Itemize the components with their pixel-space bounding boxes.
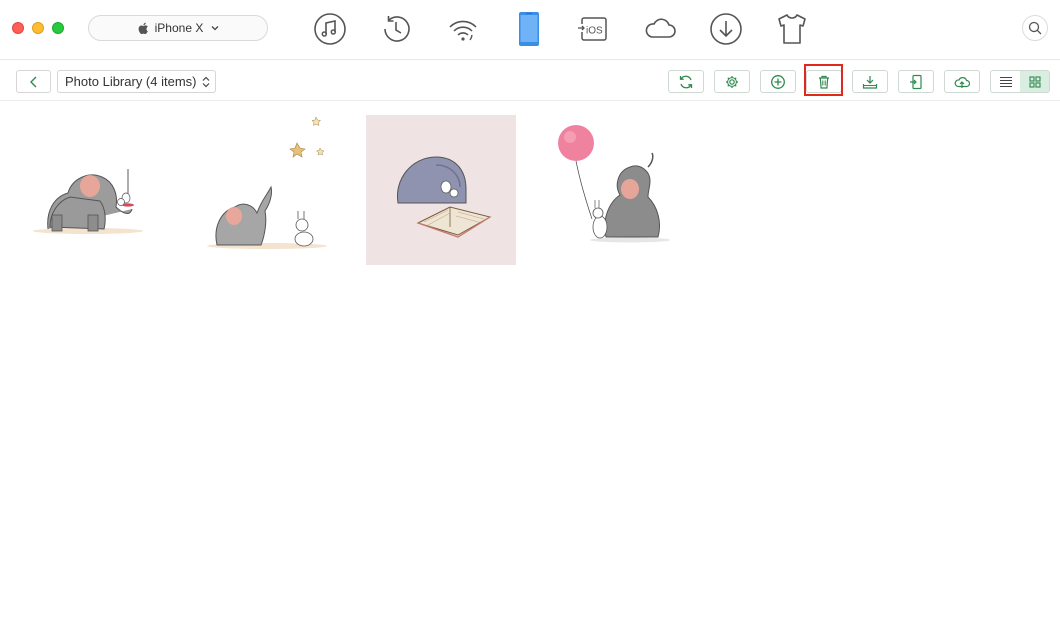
toolbar: Photo Library (4 items)	[0, 61, 1060, 101]
back-button[interactable]	[16, 70, 51, 93]
export-to-computer-button[interactable]	[852, 70, 888, 93]
grid-view-button[interactable]	[1020, 71, 1049, 92]
wifi-sync-icon[interactable]	[445, 11, 481, 47]
settings-button[interactable]	[714, 70, 750, 93]
chevron-left-icon	[29, 76, 36, 87]
close-window-button[interactable]	[12, 22, 24, 34]
upload-cloud-button[interactable]	[944, 70, 980, 93]
search-icon	[1028, 21, 1042, 35]
history-icon[interactable]	[378, 11, 414, 47]
photo-thumbnail[interactable]	[192, 115, 342, 265]
send-to-device-button[interactable]	[898, 70, 934, 93]
minimize-window-button[interactable]	[32, 22, 44, 34]
download-icon[interactable]	[708, 11, 744, 47]
settings-icon	[726, 75, 738, 88]
library-select[interactable]: Photo Library (4 items)	[57, 70, 216, 93]
elephant-with-bunny-and-stars-image	[207, 116, 327, 249]
refresh-button[interactable]	[668, 70, 704, 93]
elephant-with-mouse-image	[33, 169, 143, 234]
refresh-icon	[679, 75, 693, 88]
add-icon	[771, 74, 785, 89]
search-button[interactable]	[1022, 15, 1048, 41]
list-view-button[interactable]	[991, 71, 1020, 92]
add-button[interactable]	[760, 70, 796, 93]
grid-view-icon	[1028, 75, 1041, 88]
upload-cloud-icon	[954, 76, 970, 88]
ios-label: iOS	[586, 26, 603, 37]
chevron-down-icon	[211, 26, 219, 31]
list-view-icon	[999, 76, 1012, 87]
zoom-window-button[interactable]	[52, 22, 64, 34]
photo-thumbnail[interactable]	[540, 115, 690, 265]
ios-mover-icon[interactable]: iOS	[576, 11, 612, 47]
elephant-reading-book-image	[396, 156, 492, 238]
send-to-device-icon	[910, 74, 922, 89]
icloud-icon[interactable]	[642, 11, 678, 47]
up-down-chevron-icon	[202, 76, 210, 88]
photo-thumbnail-selected[interactable]	[366, 115, 516, 265]
iphone-icon[interactable]	[511, 11, 547, 47]
view-toggle	[990, 70, 1050, 93]
title-bar: iPhone X iOS	[0, 0, 1060, 60]
ringtone-shirt-icon[interactable]	[774, 11, 810, 47]
elephant-with-balloon-image	[558, 125, 670, 243]
device-name: iPhone X	[154, 21, 204, 35]
library-label: Photo Library (4 items)	[65, 74, 197, 89]
apple-icon	[138, 22, 148, 34]
delete-button-highlight	[804, 64, 843, 96]
device-selector[interactable]: iPhone X	[88, 15, 268, 41]
photo-thumbnail[interactable]	[18, 115, 168, 265]
audio-icon[interactable]	[312, 11, 348, 47]
export-to-computer-icon	[862, 75, 878, 89]
